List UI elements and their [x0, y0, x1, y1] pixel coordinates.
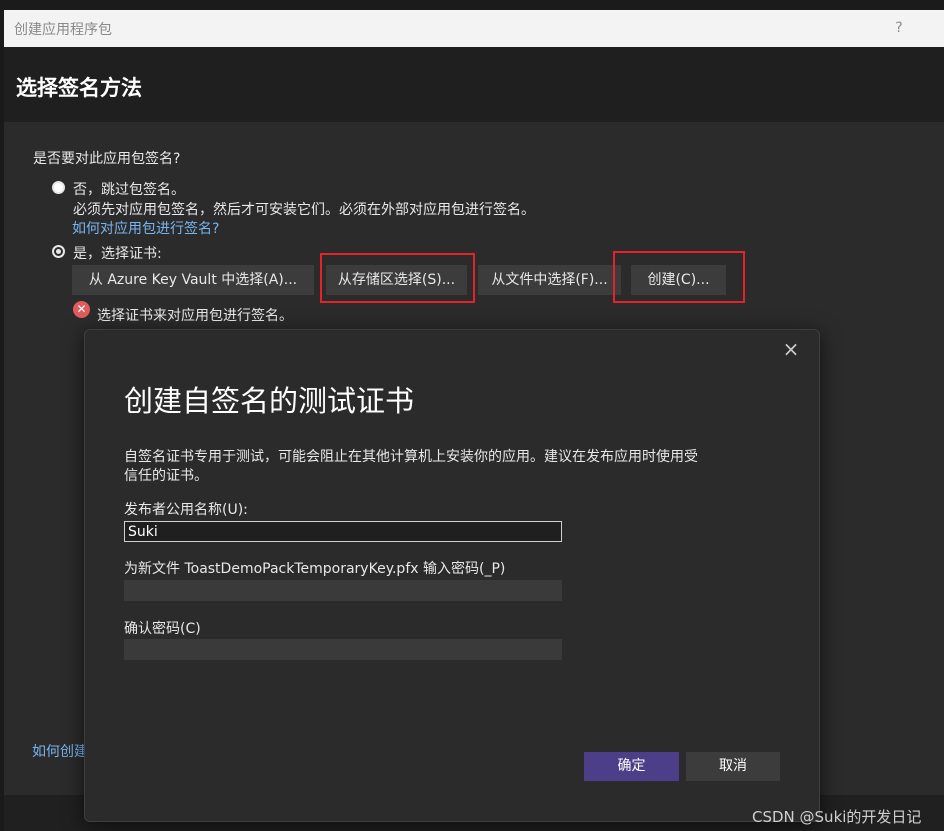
watermark: CSDN @Suki的开发日记 [752, 808, 922, 826]
radio-skip-signing[interactable] [52, 181, 65, 194]
choose-from-store-button[interactable]: 从存储区选择(S)... [326, 265, 467, 295]
error-icon: ✕ [73, 301, 90, 318]
radio-choose-certificate[interactable] [52, 245, 65, 258]
password-input[interactable] [124, 580, 562, 601]
ok-button[interactable]: 确定 [584, 752, 679, 781]
title-bar [4, 10, 944, 47]
confirm-password-label: 确认密码(C) [124, 621, 201, 637]
sign-question: 是否要对此应用包签名? [33, 151, 181, 167]
page-title: 选择签名方法 [16, 76, 142, 100]
skip-signing-label: 否，跳过包签名。 [73, 182, 185, 198]
dialog-title: 创建自签名的测试证书 [124, 384, 415, 418]
error-message: 选择证书来对应用包进行签名。 [97, 308, 293, 324]
password-label: 为新文件 ToastDemoPackTemporaryKey.pfx 输入密码(… [124, 561, 506, 577]
create-certificate-button[interactable]: 创建(C)... [631, 265, 726, 295]
close-icon[interactable]: × [780, 338, 802, 360]
help-button[interactable]: ? [888, 17, 910, 39]
how-to-sign-link[interactable]: 如何对应用包进行签名? [72, 218, 219, 238]
publisher-input[interactable] [124, 521, 562, 542]
choose-certificate-label: 是，选择证书: [73, 246, 162, 262]
window-title: 创建应用程序包 [14, 22, 112, 38]
how-to-create-link[interactable]: 如何创建 [32, 741, 88, 761]
dialog-description-line1: 自签名证书专用于测试，可能会阻止在其他计算机上安装你的应用。建议在发布应用时使用… [124, 449, 698, 465]
confirm-password-input[interactable] [124, 639, 562, 660]
cancel-button[interactable]: 取消 [686, 752, 780, 781]
dialog-description-line2: 信任的证书。 [124, 468, 208, 484]
page-header [4, 47, 944, 122]
publisher-label: 发布者公用名称(U): [124, 502, 248, 518]
window-edge [0, 47, 4, 831]
skip-signing-description: 必须先对应用包签名，然后才可安装它们。必须在外部对应用包进行签名。 [73, 202, 535, 218]
choose-from-file-button[interactable]: 从文件中选择(F)... [478, 265, 621, 295]
azure-key-vault-button[interactable]: 从 Azure Key Vault 中选择(A)... [72, 265, 314, 295]
